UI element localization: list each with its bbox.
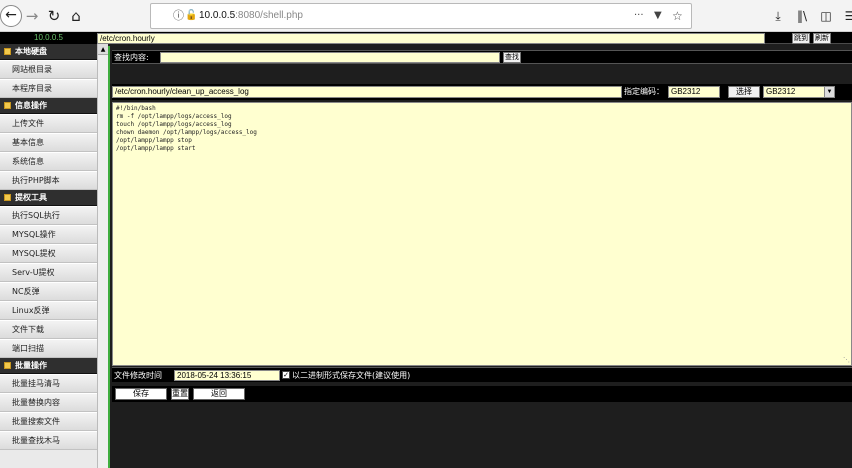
sidebar-item[interactable]: 系统信息	[0, 152, 97, 171]
sidebar-item[interactable]: Serv-U提权	[0, 263, 97, 282]
encoding-select-value: GB2312	[766, 87, 796, 96]
path-bar: /etc/cron.hourly 跳到 刷新	[97, 32, 852, 44]
file-content-text: #!/bin/bash rm -f /opt/lampp/logs/access…	[116, 105, 257, 152]
folder-square-icon	[4, 194, 11, 201]
path-input[interactable]: /etc/cron.hourly	[97, 33, 765, 44]
sidebar-section-header[interactable]: 批量操作	[0, 358, 97, 374]
page-actions-icon[interactable]: ···	[634, 4, 644, 28]
pocket-icon[interactable]: ▼	[654, 4, 662, 28]
sidebar-item[interactable]: 批量搜索文件	[0, 412, 97, 431]
save-button[interactable]: 保存	[115, 388, 167, 400]
editor-panel: 查找内容: 查找 /etc/cron.hourly/clean_up_acces…	[108, 46, 852, 468]
sidebar-section-title: 信息操作	[15, 101, 47, 110]
folder-square-icon	[4, 102, 11, 109]
search-row: 查找内容: 查找	[112, 50, 852, 64]
file-content-textarea[interactable]: #!/bin/bash rm -f /opt/lampp/logs/access…	[112, 102, 852, 366]
jump-button[interactable]: 跳到	[792, 33, 810, 44]
resize-grip-icon[interactable]: ⋱	[843, 357, 850, 364]
sidebar-item[interactable]: 网站根目录	[0, 60, 97, 79]
sidebar-item[interactable]: NC反弹	[0, 282, 97, 301]
sidebar-item[interactable]: 端口扫描	[0, 339, 97, 358]
chevron-down-icon[interactable]: ▼	[824, 87, 834, 97]
sidebar-item[interactable]: 本程序目录	[0, 79, 97, 98]
sidebar-section-title: 批量操作	[15, 361, 47, 370]
modtime-label: 文件修改时间	[114, 371, 162, 380]
choose-encoding-button[interactable]: 选择	[728, 86, 760, 98]
encoding-select[interactable]: GB2312 ▼	[763, 86, 835, 98]
encoding-label: 指定编码：	[624, 87, 664, 96]
library-icon[interactable]: ‖\	[792, 6, 812, 26]
home-icon[interactable]: ⌂	[66, 6, 86, 26]
binary-save-checkbox[interactable]: ✓	[282, 371, 290, 379]
sidebar-icon[interactable]: ◫	[816, 6, 836, 26]
forward-arrow-icon[interactable]: →	[22, 6, 42, 26]
folder-square-icon	[4, 48, 11, 55]
file-row: /etc/cron.hourly/clean_up_access_log 指定编…	[112, 84, 852, 100]
hamburger-menu-icon[interactable]: ☰	[840, 6, 852, 26]
reset-button[interactable]: 重置	[171, 388, 189, 400]
sidebar-section-title: 本地硬盘	[15, 47, 47, 56]
sidebar-item[interactable]: 执行SQL执行	[0, 206, 97, 225]
sidebar-item[interactable]: 执行PHP脚本	[0, 171, 97, 190]
sidebar-section-header[interactable]: 本地硬盘	[0, 44, 97, 60]
host-label: 10.0.0.5	[0, 32, 97, 44]
search-label: 查找内容:	[114, 53, 149, 62]
encoding-input[interactable]: GB2312	[668, 86, 720, 98]
sidebar-section-header[interactable]: 信息操作	[0, 98, 97, 114]
binary-save-label: 以二进制形式保存文件(建议使用)	[292, 371, 411, 380]
sidebar-list: 本地硬盘网站根目录 本程序目录信息操作上传文件 基本信息 系统信息 执行PHP脚本提权工…	[0, 44, 97, 450]
sidebar-scrollbar[interactable]: ▲	[97, 44, 108, 468]
url-bar[interactable]: ⓘ 🔓 10.0.0.5:8080/shell.php ··· ▼ ☆	[150, 3, 692, 29]
sidebar-item[interactable]: 文件下载	[0, 320, 97, 339]
file-path-input[interactable]: /etc/cron.hourly/clean_up_access_log	[112, 86, 622, 98]
browser-toolbar: ← → ↻ ⌂ ⓘ 🔓 10.0.0.5:8080/shell.php ··· …	[0, 0, 852, 32]
search-input[interactable]	[160, 52, 500, 63]
sidebar-item[interactable]: 批量替换内容	[0, 393, 97, 412]
reload-icon[interactable]: ↻	[44, 6, 64, 26]
return-button[interactable]: 返回	[193, 388, 245, 400]
scroll-up-icon[interactable]: ▲	[98, 44, 108, 55]
url-text: 10.0.0.5:8080/shell.php	[199, 10, 303, 21]
sidebar-item[interactable]: 批量挂马清马	[0, 374, 97, 393]
back-arrow-icon[interactable]: ←	[0, 5, 22, 27]
download-icon[interactable]: ⤓	[768, 6, 788, 26]
refresh-button[interactable]: 刷新	[813, 33, 831, 44]
insecure-lock-icon[interactable]: 🔓	[185, 4, 197, 28]
folder-square-icon	[4, 362, 11, 369]
sidebar-item[interactable]: Linux反弹	[0, 301, 97, 320]
sidebar-item[interactable]: 基本信息	[0, 133, 97, 152]
modtime-row: 文件修改时间 2018-05-24 13:36:15 ✓ 以二进制形式保存文件(…	[112, 367, 852, 382]
modtime-input[interactable]: 2018-05-24 13:36:15	[174, 370, 280, 381]
sidebar-item[interactable]: MYSQL操作	[0, 225, 97, 244]
left-sidebar: 10.0.0.5 本地硬盘 网站根目录 本程序目录 信息操作 上传文件 基本信息 系统信息执…	[0, 32, 97, 468]
info-icon[interactable]: ⓘ	[173, 4, 184, 28]
sidebar-section-title: 提权工具	[15, 193, 47, 202]
sidebar-item[interactable]: MYSQL提权	[0, 244, 97, 263]
search-button[interactable]: 查找	[503, 52, 521, 63]
bookmark-star-icon[interactable]: ☆	[672, 4, 683, 28]
sidebar-item[interactable]: 上传文件	[0, 114, 97, 133]
page-content: 10.0.0.5 本地硬盘 网站根目录 本程序目录 信息操作 上传文件 基本信息 系统信息执…	[0, 32, 852, 468]
sidebar-item[interactable]: 批量查找木马	[0, 431, 97, 450]
action-row: 保存 重置 返回	[112, 386, 852, 402]
sidebar-section-header[interactable]: 提权工具	[0, 190, 97, 206]
